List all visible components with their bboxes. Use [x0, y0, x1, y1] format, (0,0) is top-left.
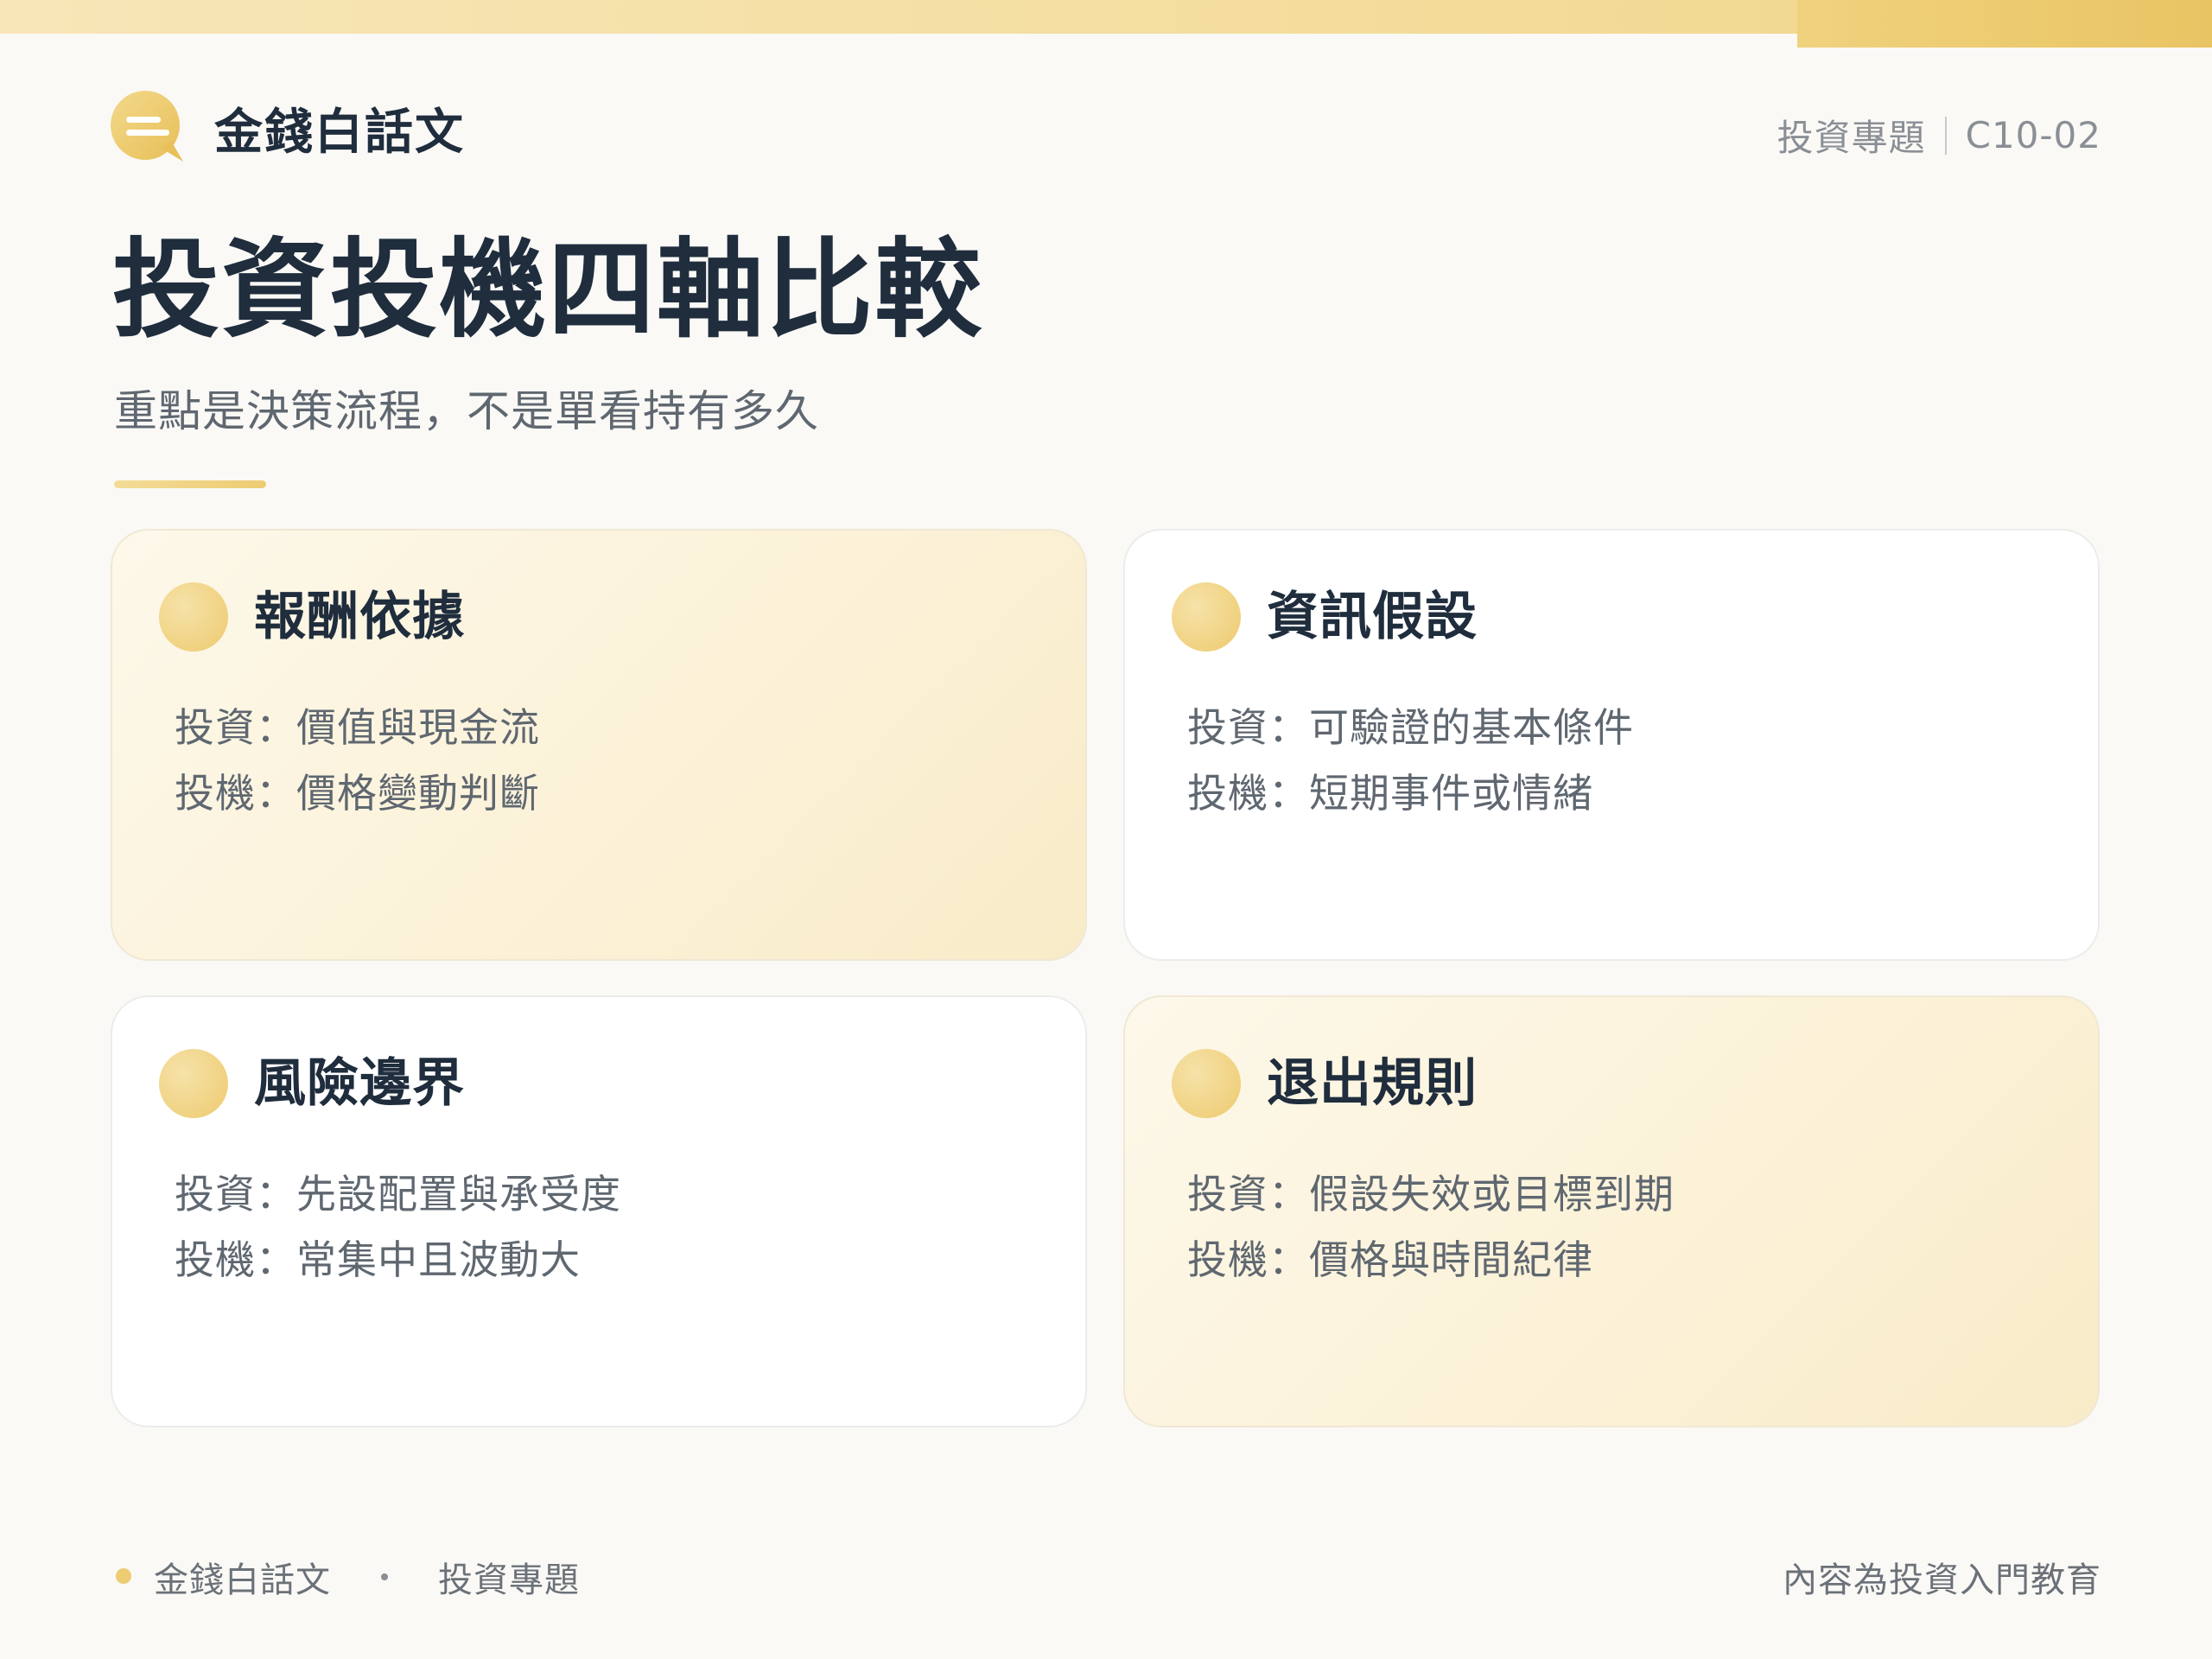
card-dot-icon — [1172, 1049, 1241, 1118]
card-line-investment: 投資：先設配置與承受度 — [175, 1171, 621, 1217]
card-line-investment: 投資：可驗證的基本條件 — [1187, 704, 1634, 751]
footer-topic: 投資專題 — [438, 1560, 580, 1600]
card-line-speculation: 投機：價格與時間紀律 — [1187, 1236, 1593, 1283]
top-accent-bar-highlight — [1797, 0, 2212, 48]
card-risk-boundary: 風險邊界 投資：先設配置與承受度 投機：常集中且波動大 — [111, 995, 1087, 1427]
card-line-investment: 投資：假設失效或目標到期 — [1187, 1171, 1675, 1217]
footer-brand: 金錢白話文 投資專題 — [154, 1552, 580, 1602]
brand: 金錢白話文 — [111, 91, 465, 165]
card-title: 風險邊界 — [254, 1053, 465, 1114]
title-underline — [114, 480, 266, 488]
card-line-speculation: 投機：常集中且波動大 — [175, 1236, 581, 1283]
page-subtitle: 重點是決策流程，不是單看持有多久 — [114, 386, 819, 436]
card-dot-icon — [159, 582, 228, 652]
card-line-speculation: 投機：價格變動判斷 — [175, 770, 540, 817]
card-title: 資訊假設 — [1267, 587, 1478, 647]
footer-note: 內容為投資入門教育 — [1783, 1560, 2101, 1600]
card-line-investment: 投資：價值與現金流 — [175, 704, 540, 751]
card-title: 報酬依據 — [254, 587, 465, 647]
card-dot-icon — [1172, 582, 1241, 652]
footer-dot-icon — [116, 1568, 131, 1584]
brand-name: 金錢白話文 — [214, 104, 465, 161]
card-information-assumption: 資訊假設 投資：可驗證的基本條件 投機：短期事件或情緒 — [1123, 529, 2100, 961]
footer-separator — [381, 1573, 388, 1580]
page-title: 投資投機四軸比較 — [112, 228, 984, 353]
topic-tag: 投資專題 C10-02 — [1777, 109, 2101, 162]
footer-brand-name: 金錢白話文 — [154, 1560, 331, 1600]
card-title: 退出規則 — [1267, 1053, 1478, 1114]
card-line-speculation: 投機：短期事件或情緒 — [1187, 770, 1593, 817]
card-exit-rules: 退出規則 投資：假設失效或目標到期 投機：價格與時間紀律 — [1123, 995, 2100, 1427]
topic-divider — [1944, 116, 1947, 155]
chat-bubble-icon — [111, 91, 185, 165]
card-return-basis: 報酬依據 投資：價值與現金流 投機：價格變動判斷 — [111, 529, 1087, 961]
topic-code: C10-02 — [1965, 114, 2101, 156]
topic-label: 投資專題 — [1777, 117, 1926, 159]
card-dot-icon — [159, 1049, 228, 1118]
